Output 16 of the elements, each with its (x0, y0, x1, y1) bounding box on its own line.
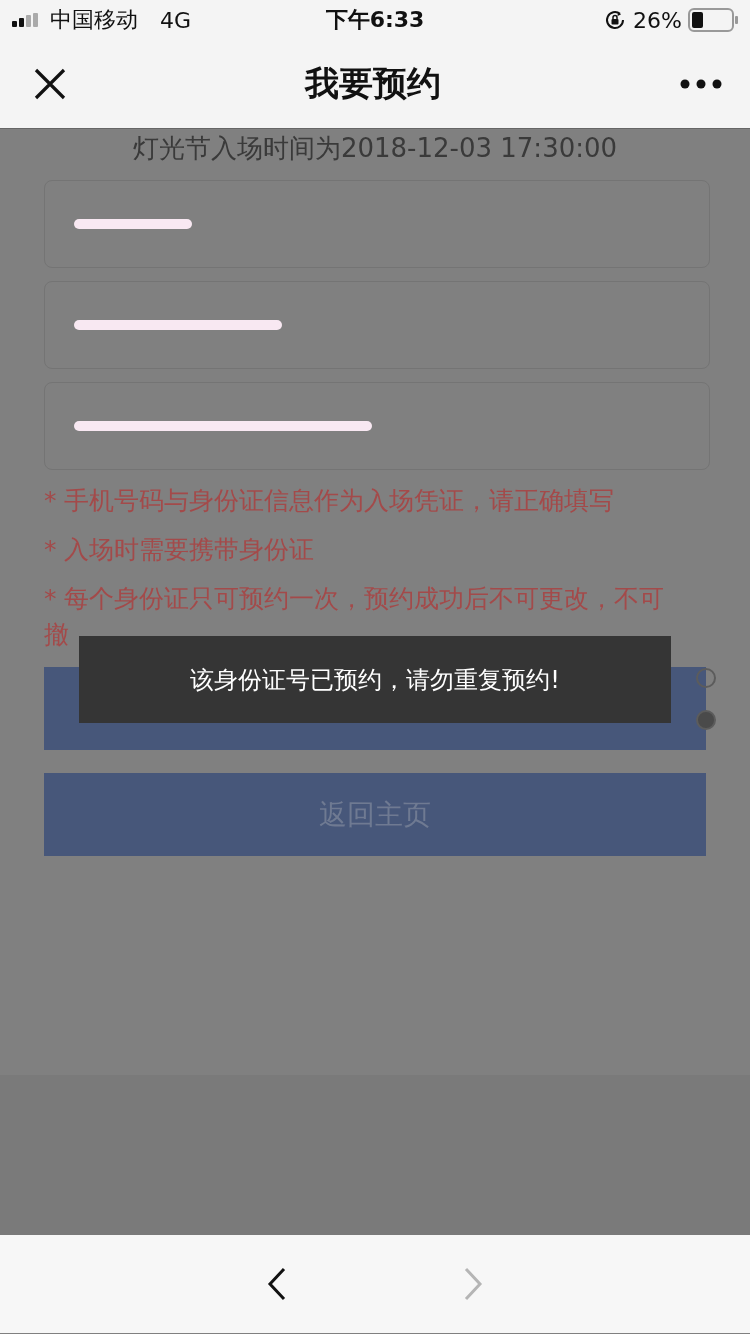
carrier-label: 中国移动 (50, 6, 138, 34)
network-label: 4G (160, 7, 192, 33)
battery-percent: 26% (633, 7, 682, 33)
close-button[interactable] (34, 68, 66, 100)
radio-button[interactable] (696, 668, 716, 688)
input-field[interactable] (44, 180, 710, 268)
status-time: 下午6:33 (325, 6, 425, 34)
page-title: 我要预约 (305, 62, 441, 105)
battery-icon (688, 8, 738, 32)
error-toast: 该身份证号已预约，请勿重复预约! (79, 636, 671, 723)
input-field[interactable] (44, 382, 710, 470)
input-field[interactable] (44, 281, 710, 369)
entry-time-text: 灯光节入场时间为2018-12-03 17:30:00 (131, 132, 619, 165)
radio-button[interactable] (696, 710, 716, 730)
more-button[interactable] (680, 79, 722, 89)
back-button[interactable] (267, 1267, 287, 1301)
